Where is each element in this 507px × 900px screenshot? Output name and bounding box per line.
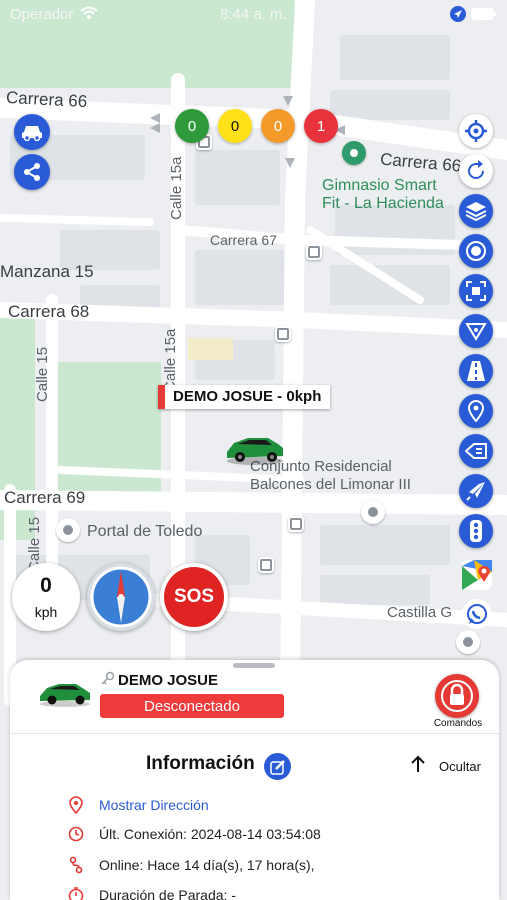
map-layers-button[interactable]	[459, 194, 493, 228]
place-label-gym: Gimnasio Smart Fit - La Hacienda	[322, 177, 444, 212]
area-label: Manzana 15	[0, 262, 94, 281]
vehicle-marker-icon[interactable]	[224, 432, 286, 466]
map-pin-icon	[467, 400, 485, 422]
counter-idle[interactable]: 0	[218, 109, 252, 143]
bus-stop-icon[interactable]	[275, 326, 291, 342]
location-arrow-icon	[450, 6, 466, 22]
speed-unit: kph	[34, 604, 58, 620]
route-icon	[69, 856, 83, 874]
whatsapp-icon	[467, 604, 487, 624]
status-bar: Operador 8:44 a. m.	[0, 6, 507, 24]
hide-button[interactable]: Ocultar	[439, 759, 481, 774]
gym-pin-icon[interactable]	[342, 141, 366, 165]
online-row: Online: Hace 14 día(s), 17 hora(s),	[68, 856, 315, 874]
place-label-castilla: Castilla G	[387, 604, 453, 621]
vehicles-button[interactable]	[14, 114, 50, 150]
panel-drag-handle[interactable]	[233, 663, 275, 668]
traffic-button[interactable]	[459, 514, 493, 548]
battery-icon	[471, 8, 496, 20]
street-label: Carrera 66	[5, 87, 88, 112]
my-location-button[interactable]	[459, 114, 493, 148]
road-icon	[467, 361, 485, 381]
street-label: Carrera 68	[8, 302, 90, 321]
whatsapp-button[interactable]	[462, 599, 492, 629]
navigate-button[interactable]	[459, 474, 493, 508]
street-label: Carrera 69	[4, 488, 86, 507]
rocket-icon	[466, 482, 485, 501]
circle-target-icon	[466, 241, 486, 261]
location-pin-icon	[69, 796, 83, 814]
edit-button[interactable]	[264, 753, 291, 780]
counter-offline[interactable]: 1	[304, 109, 338, 143]
tag-arrow-icon	[465, 443, 487, 459]
google-maps-icon	[462, 560, 492, 590]
show-address-link[interactable]: Mostrar Dirección	[99, 797, 209, 813]
last-connection-row: Últ. Conexión: 2024-08-14 03:54:08	[68, 826, 321, 842]
share-button[interactable]	[14, 154, 50, 190]
place-pin-icon[interactable]	[456, 630, 480, 654]
wifi-icon	[80, 6, 98, 19]
layers-icon	[465, 202, 487, 222]
clock: 8:44 a. m.	[220, 6, 287, 23]
bus-stop-icon[interactable]	[258, 557, 274, 573]
device-info-panel: DEMO JOSUE Desconectado Comandos Informa…	[10, 660, 499, 900]
clock-icon	[68, 826, 84, 842]
pois-button[interactable]	[459, 394, 493, 428]
compass-button[interactable]	[87, 563, 155, 631]
arrow-up-icon[interactable]	[410, 754, 426, 774]
carrier-label: Operador	[10, 6, 74, 23]
share-icon	[24, 163, 40, 181]
connection-status-badge: Desconectado	[100, 694, 284, 718]
place-label-portal: Portal de Toledo	[87, 523, 203, 540]
device-car-icon	[40, 684, 90, 707]
street-label: Calle 15	[34, 346, 51, 402]
speed-value: 0	[40, 574, 52, 597]
online-text: Online: Hace 14 día(s), 17 hora(s),	[99, 857, 315, 873]
routes-button[interactable]	[459, 314, 493, 348]
focus-frame-icon	[466, 281, 486, 301]
sos-button[interactable]: SOS	[160, 563, 228, 631]
bus-stop-icon[interactable]	[288, 516, 304, 532]
compass-icon	[90, 566, 152, 628]
crosshair-icon	[465, 120, 487, 142]
street-label: Carrera 67	[210, 232, 277, 248]
geofence-button[interactable]	[459, 234, 493, 268]
fit-bounds-button[interactable]	[459, 274, 493, 308]
divider	[10, 733, 499, 734]
street-label: Calle 15a	[162, 328, 179, 392]
place-pin-icon[interactable]	[56, 518, 80, 542]
car-icon	[22, 126, 42, 141]
google-maps-button[interactable]	[459, 557, 495, 593]
edit-icon	[269, 759, 285, 775]
last-connection-text: Últ. Conexión: 2024-08-14 03:54:08	[99, 826, 321, 842]
counter-moving[interactable]: 0	[175, 109, 209, 143]
info-title: Información	[146, 753, 255, 774]
device-name: DEMO JOSUE	[118, 672, 219, 689]
vehicle-label[interactable]: DEMO JOSUE - 0kph	[158, 385, 331, 409]
street-label: Calle 15a	[168, 156, 185, 220]
alerts-button[interactable]	[459, 434, 493, 468]
timer-icon	[68, 887, 84, 900]
lock-icon	[441, 680, 473, 712]
sos-label: SOS	[164, 567, 224, 627]
commands-button[interactable]	[435, 674, 479, 718]
show-address-row[interactable]: Mostrar Dirección	[68, 796, 209, 814]
road-button[interactable]	[459, 354, 493, 388]
counter-stopped[interactable]: 0	[261, 109, 295, 143]
route-triangle-icon	[465, 323, 487, 341]
commands-label: Comandos	[433, 718, 483, 729]
bus-stop-icon[interactable]	[306, 244, 322, 260]
refresh-button[interactable]	[459, 154, 493, 188]
stop-duration-text: Duración de Parada: -	[99, 887, 236, 900]
refresh-icon	[468, 160, 484, 179]
traffic-light-icon	[470, 520, 482, 542]
place-pin-icon[interactable]	[361, 500, 385, 524]
speedometer: 0 kph	[12, 563, 80, 631]
stop-duration-row: Duración de Parada: -	[68, 886, 236, 900]
key-icon	[101, 671, 115, 685]
